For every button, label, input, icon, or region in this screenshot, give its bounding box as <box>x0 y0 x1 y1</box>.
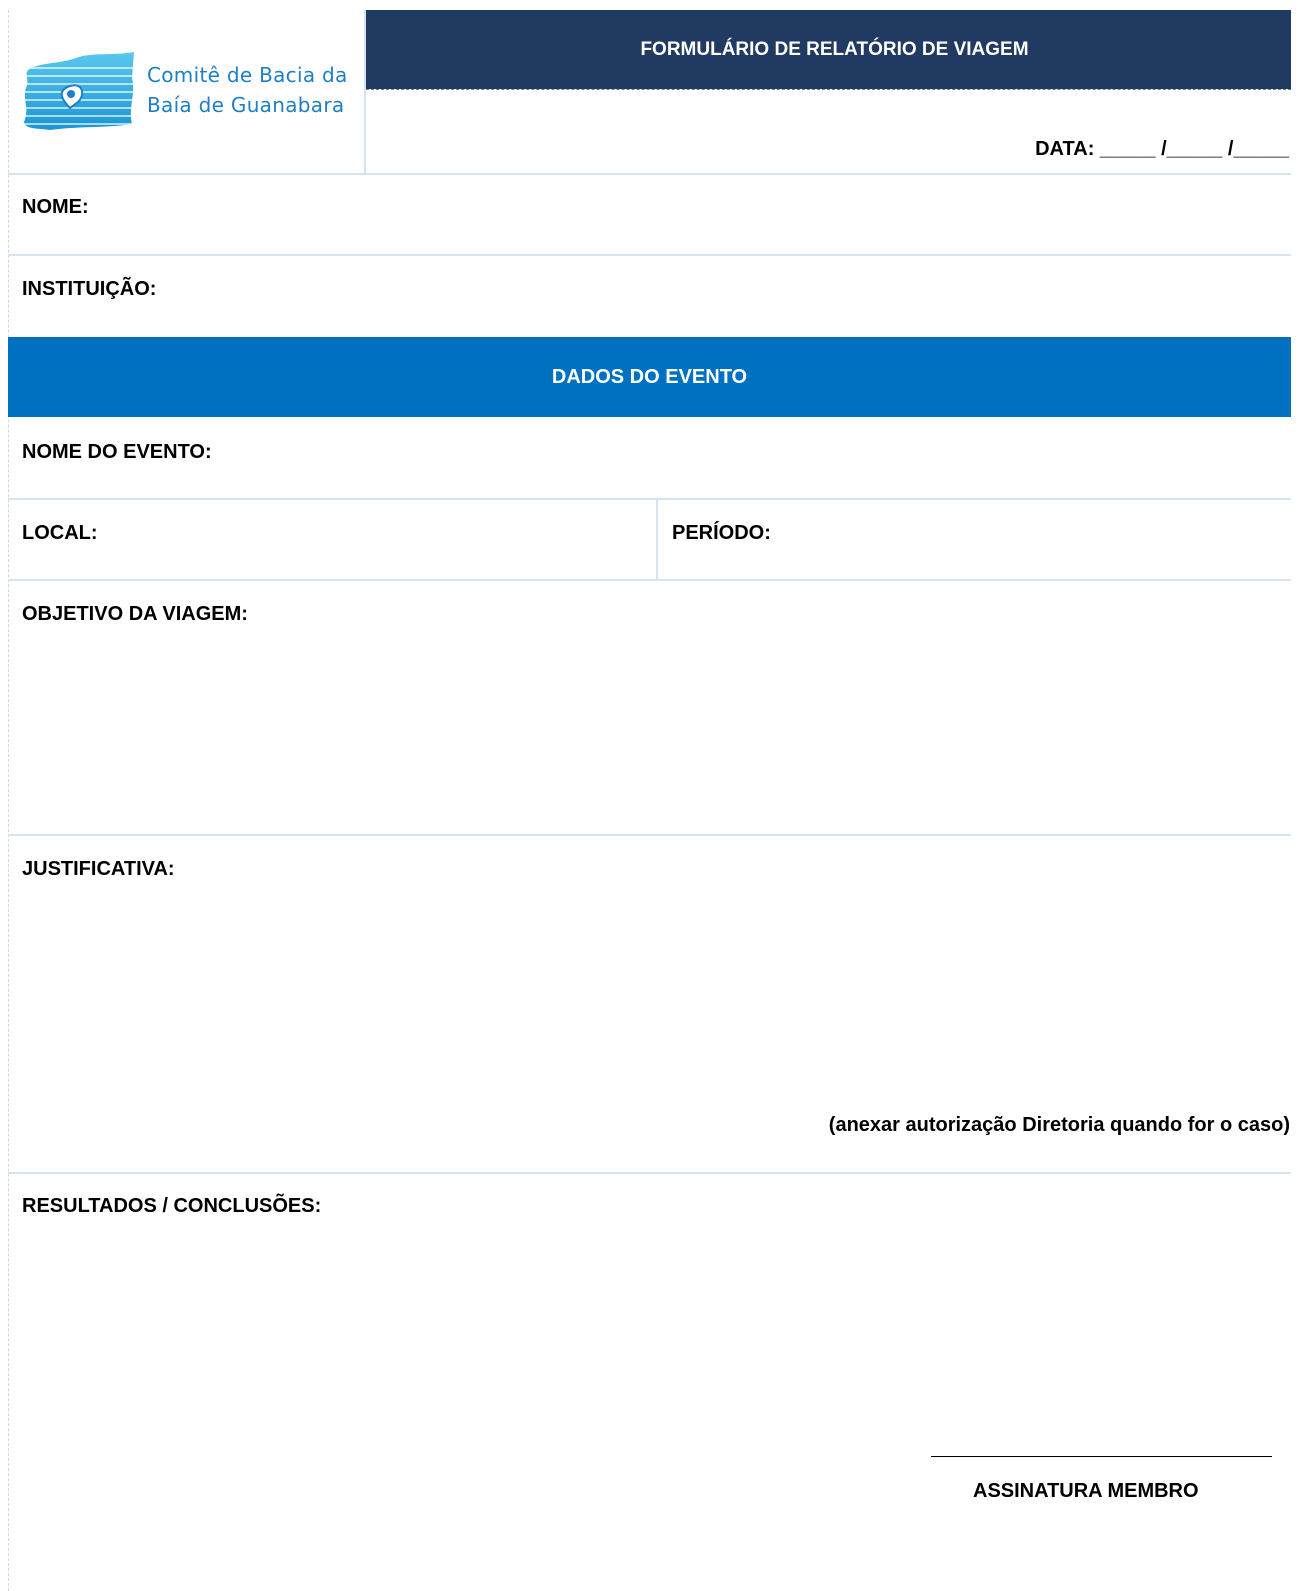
signature-line <box>931 1456 1272 1457</box>
date-blank: _____ /_____ /_____ <box>1099 138 1289 160</box>
local-label: LOCAL: <box>22 522 98 544</box>
resultados-label: RESULTADOS / CONCLUSÕES: <box>22 1195 322 1217</box>
logo-map-icon <box>20 52 138 130</box>
section-title: DADOS DO EVENTO <box>551 365 748 388</box>
date-field[interactable]: DATA: _____ /_____ /_____ <box>1035 138 1289 161</box>
row-divider <box>8 579 1291 581</box>
title-divider <box>366 89 1291 90</box>
justificativa-label: JUSTIFICATIVA: <box>22 858 175 880</box>
row-divider <box>8 1172 1291 1174</box>
nome-label: NOME: <box>22 196 89 218</box>
nome-do-evento-label: NOME DO EVENTO: <box>22 441 212 463</box>
section-header-dados-do-evento: DADOS DO EVENTO <box>8 337 1291 417</box>
form-frame <box>8 10 1292 1591</box>
objetivo-label: OBJETIVO DA VIAGEM: <box>22 603 248 625</box>
logo-line-1: Comitê de Bacia da <box>147 63 348 87</box>
instituicao-label: INSTITUIÇÃO: <box>22 278 157 300</box>
date-label: DATA: <box>1035 138 1095 160</box>
row-divider <box>8 498 1291 500</box>
form-title: FORMULÁRIO DE RELATÓRIO DE VIAGEM <box>640 38 1029 60</box>
signature-label: ASSINATURA MEMBRO <box>973 1480 1199 1502</box>
logo-line-2: Baía de Guanabara <box>147 93 345 117</box>
logo-text: Comitê de Bacia da Baía de Guanabara <box>147 60 348 120</box>
form-title-bar: FORMULÁRIO DE RELATÓRIO DE VIAGEM <box>366 10 1291 89</box>
periodo-label: PERÍODO: <box>672 522 771 544</box>
row-divider <box>8 834 1291 836</box>
column-divider <box>656 500 658 581</box>
justificativa-note: (anexar autorização Diretoria quando for… <box>828 1114 1290 1136</box>
row-divider <box>8 173 1291 175</box>
row-divider <box>8 254 1291 256</box>
